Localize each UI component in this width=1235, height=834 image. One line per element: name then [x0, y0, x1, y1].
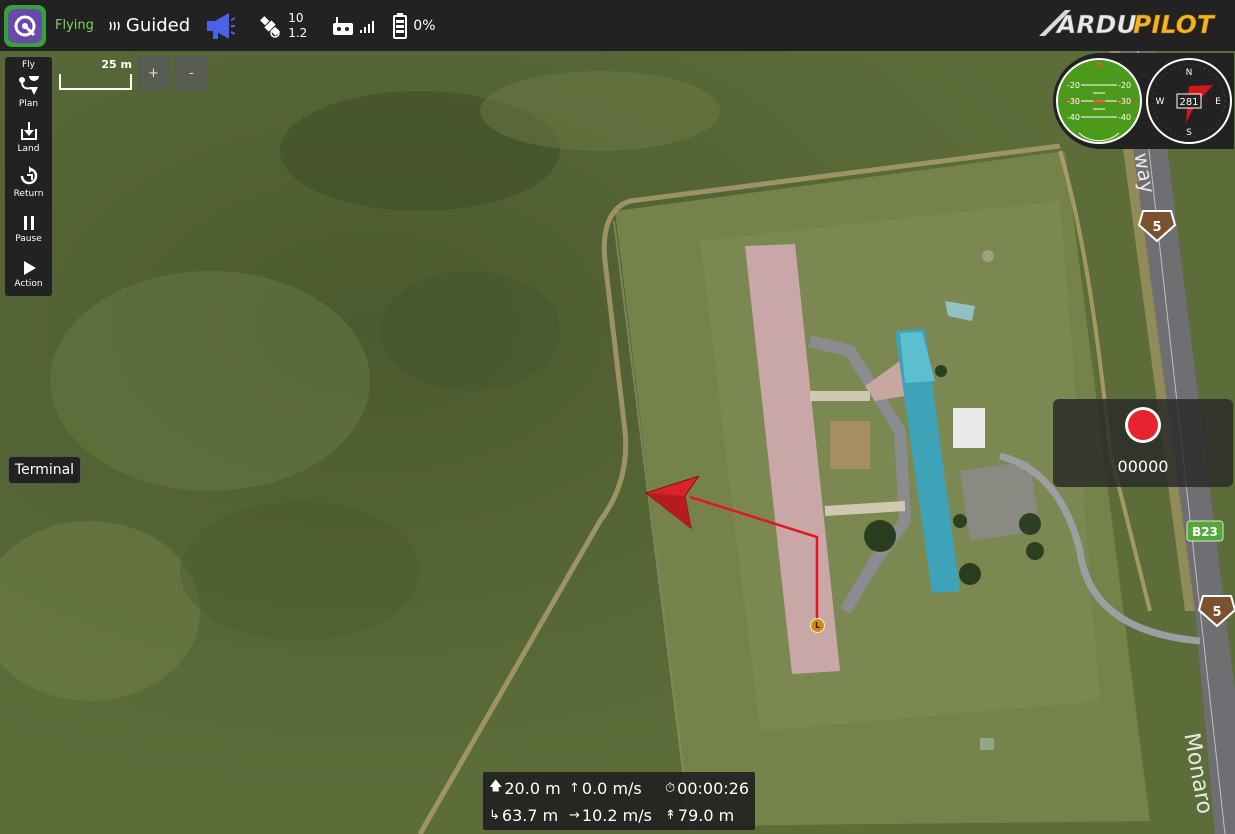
record-button[interactable]	[1125, 407, 1161, 443]
compass: N S E W 281	[1146, 58, 1232, 144]
scale-bar	[59, 74, 132, 90]
flight-mode-label: Guided	[125, 15, 191, 36]
svg-text:5: 5	[1212, 605, 1221, 620]
pause-icon	[23, 216, 34, 230]
svg-text:-30: -30	[1118, 97, 1131, 106]
plan-label: Plan	[18, 99, 39, 109]
svg-text:-40: -40	[1118, 113, 1131, 122]
rc-transmitter-icon	[333, 16, 354, 35]
land-label: Land	[17, 144, 40, 154]
instrument-panel[interactable]: -20 -20 -30 -30 -40 -40 N S E W 281	[1053, 53, 1234, 149]
action-button[interactable]: Action	[5, 244, 52, 289]
altitude-amsl-value: 79.0 m	[677, 805, 735, 825]
road-shield-5: 5	[1137, 210, 1177, 243]
map-view[interactable]: 5 B23 5 Monaro way L	[0, 51, 1235, 834]
telemetry-panel[interactable]: 🡅 20.0 m ↑ 0.0 m/s ⏱ 00:00:26 ↳ 63.7 m →…	[483, 772, 755, 830]
messages-indicator[interactable]	[204, 11, 236, 41]
land-button[interactable]: Land	[5, 109, 52, 154]
zoom-in-button[interactable]: +	[137, 56, 170, 90]
record-time: 00000	[1117, 457, 1169, 476]
mode-waves-icon	[109, 21, 120, 30]
timer-icon: ⏱	[665, 780, 676, 796]
svg-text:PILOT: PILOT	[1133, 10, 1216, 39]
svg-text:-20: -20	[1118, 81, 1131, 90]
megaphone-icon	[207, 12, 236, 39]
plan-button[interactable]: Plan	[5, 70, 52, 109]
gps-hdop: 1.2	[288, 25, 308, 40]
flight-status[interactable]: Flying	[55, 18, 94, 33]
ground-speed-value: 10.2 m/s	[581, 805, 652, 825]
svg-text:5: 5	[1152, 220, 1161, 235]
road-shield-5-south: 5	[1197, 595, 1235, 628]
ground-speed-icon: →	[569, 807, 580, 823]
scale-label: 25 m	[101, 58, 132, 71]
return-icon	[20, 166, 37, 185]
app-menu-button[interactable]	[4, 4, 46, 47]
action-label: Action	[14, 279, 43, 289]
altitude-amsl-icon: ↟	[665, 807, 676, 823]
home-marker[interactable]: L	[810, 618, 825, 633]
road-shield-b23: B23	[1186, 520, 1224, 542]
battery-icon	[393, 12, 408, 39]
action-icon	[23, 261, 36, 275]
record-icon	[1128, 410, 1158, 440]
plan-icon	[18, 76, 39, 95]
svg-text:-40: -40	[1067, 113, 1080, 122]
top-toolbar: Flying Guided 10 1.2 0% ARDU PILOT	[0, 0, 1235, 51]
return-label: Return	[13, 189, 44, 199]
pause-label: Pause	[15, 234, 42, 244]
gps-satellite-count: 10	[288, 10, 304, 25]
distance-home-icon: ↳	[489, 807, 500, 823]
battery-indicator[interactable]: 0%	[393, 12, 436, 39]
attitude-indicator: -20 -20 -30 -30 -40 -40	[1056, 58, 1142, 144]
flight-mode-selector[interactable]: Guided	[108, 15, 190, 36]
svg-text:E: E	[1215, 97, 1221, 107]
satellite-imagery	[0, 51, 1235, 834]
map-scale: 25 m	[57, 58, 135, 90]
ardupilot-logo: ARDU PILOT	[1039, 10, 1216, 39]
svg-text:-30: -30	[1067, 97, 1080, 106]
video-record-panel: 00000	[1053, 399, 1233, 487]
vertical-speed-icon: ↑	[569, 780, 580, 796]
flight-time-value: 00:00:26	[677, 778, 749, 798]
vehicle-arrow-icon[interactable]	[643, 476, 703, 532]
svg-text:N: N	[1186, 68, 1193, 78]
instrument-widgets: -20 -20 -30 -30 -40 -40 N S E W 281	[1056, 58, 1232, 144]
svg-text:ARDU: ARDU	[1055, 10, 1137, 39]
svg-text:S: S	[1186, 128, 1192, 138]
svg-text:B23: B23	[1192, 525, 1218, 539]
fly-toolbar: Fly Plan Land Return Pause Action	[5, 57, 52, 296]
svg-text:W: W	[1156, 97, 1165, 107]
vertical-speed-value: 0.0 m/s	[581, 778, 642, 798]
rc-rssi-indicator[interactable]	[331, 15, 377, 37]
distance-home-value: 63.7 m	[501, 805, 559, 825]
altitude-icon: 🡅	[489, 779, 503, 794]
battery-percent: 0%	[413, 17, 436, 34]
pause-button[interactable]: Pause	[5, 199, 52, 244]
terminal-button[interactable]: Terminal	[8, 456, 81, 484]
signal-strength-icon	[360, 20, 375, 33]
zoom-out-button[interactable]: -	[175, 56, 208, 90]
return-button[interactable]: Return	[5, 154, 52, 199]
qgc-logo-icon	[14, 15, 36, 36]
fly-toolbar-title: Fly	[21, 60, 35, 70]
altitude-value: 20.0 m	[504, 778, 561, 798]
satellite-icon	[260, 15, 281, 38]
svg-text:-20: -20	[1067, 81, 1080, 90]
land-icon	[20, 122, 37, 140]
svg-text:281: 281	[1179, 97, 1198, 108]
gps-indicator[interactable]: 10 1.2	[256, 11, 307, 41]
